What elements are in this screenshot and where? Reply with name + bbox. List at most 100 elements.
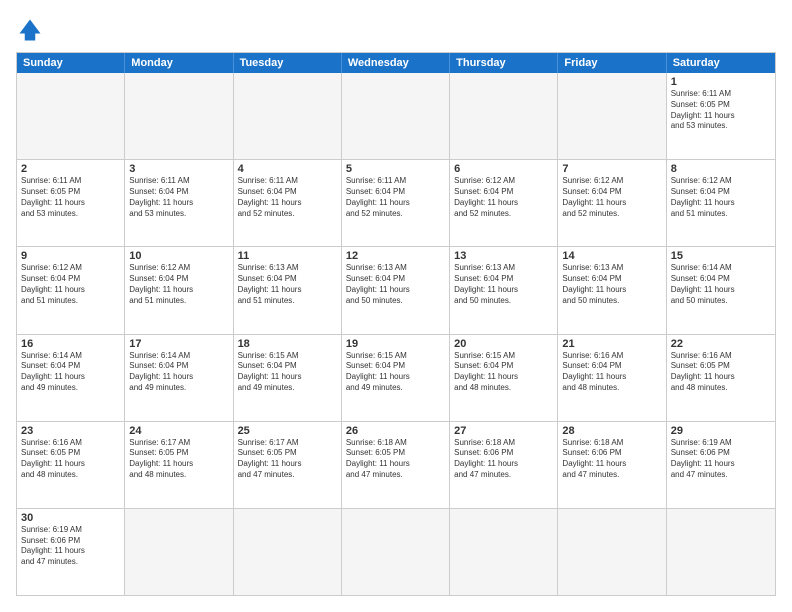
- cell-info: Sunrise: 6:11 AM Sunset: 6:05 PM Dayligh…: [671, 89, 771, 132]
- day-number: 6: [454, 163, 553, 175]
- day-number: 10: [129, 250, 228, 262]
- calendar-cell: 21Sunrise: 6:16 AM Sunset: 6:04 PM Dayli…: [558, 335, 666, 421]
- day-number: 1: [671, 76, 771, 88]
- day-number: 15: [671, 250, 771, 262]
- calendar-cell: [450, 73, 558, 159]
- calendar-cell: 4Sunrise: 6:11 AM Sunset: 6:04 PM Daylig…: [234, 160, 342, 246]
- day-number: 3: [129, 163, 228, 175]
- calendar-cell: 22Sunrise: 6:16 AM Sunset: 6:05 PM Dayli…: [667, 335, 775, 421]
- day-header-tuesday: Tuesday: [234, 53, 342, 73]
- day-number: 9: [21, 250, 120, 262]
- day-header-friday: Friday: [558, 53, 666, 73]
- calendar-cell: [342, 73, 450, 159]
- day-header-wednesday: Wednesday: [342, 53, 450, 73]
- calendar-cell: 19Sunrise: 6:15 AM Sunset: 6:04 PM Dayli…: [342, 335, 450, 421]
- calendar-cell: 6Sunrise: 6:12 AM Sunset: 6:04 PM Daylig…: [450, 160, 558, 246]
- day-number: 21: [562, 338, 661, 350]
- day-number: 18: [238, 338, 337, 350]
- calendar-cell: 30Sunrise: 6:19 AM Sunset: 6:06 PM Dayli…: [17, 509, 125, 595]
- day-number: 28: [562, 425, 661, 437]
- calendar-cell: 15Sunrise: 6:14 AM Sunset: 6:04 PM Dayli…: [667, 247, 775, 333]
- day-number: 11: [238, 250, 337, 262]
- day-number: 16: [21, 338, 120, 350]
- calendar: SundayMondayTuesdayWednesdayThursdayFrid…: [16, 52, 776, 596]
- calendar-cell: 10Sunrise: 6:12 AM Sunset: 6:04 PM Dayli…: [125, 247, 233, 333]
- day-number: 14: [562, 250, 661, 262]
- calendar-cell: 20Sunrise: 6:15 AM Sunset: 6:04 PM Dayli…: [450, 335, 558, 421]
- cell-info: Sunrise: 6:17 AM Sunset: 6:05 PM Dayligh…: [129, 438, 228, 481]
- day-header-monday: Monday: [125, 53, 233, 73]
- calendar-week-4: 23Sunrise: 6:16 AM Sunset: 6:05 PM Dayli…: [17, 422, 775, 509]
- cell-info: Sunrise: 6:16 AM Sunset: 6:05 PM Dayligh…: [21, 438, 120, 481]
- calendar-cell: 14Sunrise: 6:13 AM Sunset: 6:04 PM Dayli…: [558, 247, 666, 333]
- cell-info: Sunrise: 6:12 AM Sunset: 6:04 PM Dayligh…: [671, 176, 771, 219]
- calendar-cell: [667, 509, 775, 595]
- cell-info: Sunrise: 6:16 AM Sunset: 6:05 PM Dayligh…: [671, 351, 771, 394]
- calendar-cell: [125, 509, 233, 595]
- day-header-saturday: Saturday: [667, 53, 775, 73]
- calendar-body: 1Sunrise: 6:11 AM Sunset: 6:05 PM Daylig…: [17, 73, 775, 595]
- day-number: 23: [21, 425, 120, 437]
- cell-info: Sunrise: 6:19 AM Sunset: 6:06 PM Dayligh…: [21, 525, 120, 568]
- calendar-cell: [17, 73, 125, 159]
- calendar-cell: 11Sunrise: 6:13 AM Sunset: 6:04 PM Dayli…: [234, 247, 342, 333]
- cell-info: Sunrise: 6:13 AM Sunset: 6:04 PM Dayligh…: [346, 263, 445, 306]
- cell-info: Sunrise: 6:17 AM Sunset: 6:05 PM Dayligh…: [238, 438, 337, 481]
- calendar-cell: 12Sunrise: 6:13 AM Sunset: 6:04 PM Dayli…: [342, 247, 450, 333]
- calendar-cell: [234, 509, 342, 595]
- calendar-cell: 23Sunrise: 6:16 AM Sunset: 6:05 PM Dayli…: [17, 422, 125, 508]
- cell-info: Sunrise: 6:14 AM Sunset: 6:04 PM Dayligh…: [21, 351, 120, 394]
- calendar-week-2: 9 Sunrise: 6:12 AM Sunset: 6:04 PM Daylig…: [17, 247, 775, 334]
- cell-info: Sunrise: 6:15 AM Sunset: 6:04 PM Dayligh…: [238, 351, 337, 394]
- logo-icon: [16, 16, 44, 44]
- day-number: 20: [454, 338, 553, 350]
- calendar-cell: [125, 73, 233, 159]
- calendar-cell: [558, 509, 666, 595]
- calendar-week-1: 2Sunrise: 6:11 AM Sunset: 6:05 PM Daylig…: [17, 160, 775, 247]
- day-number: 29: [671, 425, 771, 437]
- calendar-week-0: 1Sunrise: 6:11 AM Sunset: 6:05 PM Daylig…: [17, 73, 775, 160]
- day-header-sunday: Sunday: [17, 53, 125, 73]
- day-number: 5: [346, 163, 445, 175]
- day-number: 8: [671, 163, 771, 175]
- day-number: 17: [129, 338, 228, 350]
- day-number: 4: [238, 163, 337, 175]
- day-number: 26: [346, 425, 445, 437]
- day-number: 13: [454, 250, 553, 262]
- calendar-cell: 8Sunrise: 6:12 AM Sunset: 6:04 PM Daylig…: [667, 160, 775, 246]
- cell-info: Sunrise: 6:16 AM Sunset: 6:04 PM Dayligh…: [562, 351, 661, 394]
- cell-info: Sunrise: 6:18 AM Sunset: 6:05 PM Dayligh…: [346, 438, 445, 481]
- calendar-cell: [558, 73, 666, 159]
- day-number: 24: [129, 425, 228, 437]
- calendar-week-3: 16Sunrise: 6:14 AM Sunset: 6:04 PM Dayli…: [17, 335, 775, 422]
- cell-info: Sunrise: 6:11 AM Sunset: 6:04 PM Dayligh…: [346, 176, 445, 219]
- cell-info: Sunrise: 6:13 AM Sunset: 6:04 PM Dayligh…: [238, 263, 337, 306]
- logo: [16, 16, 48, 44]
- calendar-cell: [342, 509, 450, 595]
- calendar-cell: 25Sunrise: 6:17 AM Sunset: 6:05 PM Dayli…: [234, 422, 342, 508]
- header: [16, 16, 776, 44]
- cell-info: Sunrise: 6:15 AM Sunset: 6:04 PM Dayligh…: [346, 351, 445, 394]
- cell-info: Sunrise: 6:12 AM Sunset: 6:04 PM Dayligh…: [562, 176, 661, 219]
- calendar-cell: 17Sunrise: 6:14 AM Sunset: 6:04 PM Dayli…: [125, 335, 233, 421]
- calendar-cell: [450, 509, 558, 595]
- calendar-cell: 7Sunrise: 6:12 AM Sunset: 6:04 PM Daylig…: [558, 160, 666, 246]
- cell-info: Sunrise: 6:18 AM Sunset: 6:06 PM Dayligh…: [454, 438, 553, 481]
- calendar-cell: [234, 73, 342, 159]
- cell-info: Sunrise: 6:11 AM Sunset: 6:04 PM Dayligh…: [238, 176, 337, 219]
- cell-info: Sunrise: 6:12 AM Sunset: 6:04 PM Dayligh…: [129, 263, 228, 306]
- day-number: 2: [21, 163, 120, 175]
- calendar-cell: 29Sunrise: 6:19 AM Sunset: 6:06 PM Dayli…: [667, 422, 775, 508]
- cell-info: Sunrise: 6:13 AM Sunset: 6:04 PM Dayligh…: [454, 263, 553, 306]
- calendar-cell: 24Sunrise: 6:17 AM Sunset: 6:05 PM Dayli…: [125, 422, 233, 508]
- day-number: 30: [21, 512, 120, 524]
- cell-info: Sunrise: 6:18 AM Sunset: 6:06 PM Dayligh…: [562, 438, 661, 481]
- calendar-cell: 2Sunrise: 6:11 AM Sunset: 6:05 PM Daylig…: [17, 160, 125, 246]
- calendar-header-row: SundayMondayTuesdayWednesdayThursdayFrid…: [17, 53, 775, 73]
- cell-info: Sunrise: 6:14 AM Sunset: 6:04 PM Dayligh…: [129, 351, 228, 394]
- day-number: 22: [671, 338, 771, 350]
- calendar-cell: 28Sunrise: 6:18 AM Sunset: 6:06 PM Dayli…: [558, 422, 666, 508]
- calendar-cell: 18Sunrise: 6:15 AM Sunset: 6:04 PM Dayli…: [234, 335, 342, 421]
- calendar-cell: 13Sunrise: 6:13 AM Sunset: 6:04 PM Dayli…: [450, 247, 558, 333]
- calendar-cell: 3Sunrise: 6:11 AM Sunset: 6:04 PM Daylig…: [125, 160, 233, 246]
